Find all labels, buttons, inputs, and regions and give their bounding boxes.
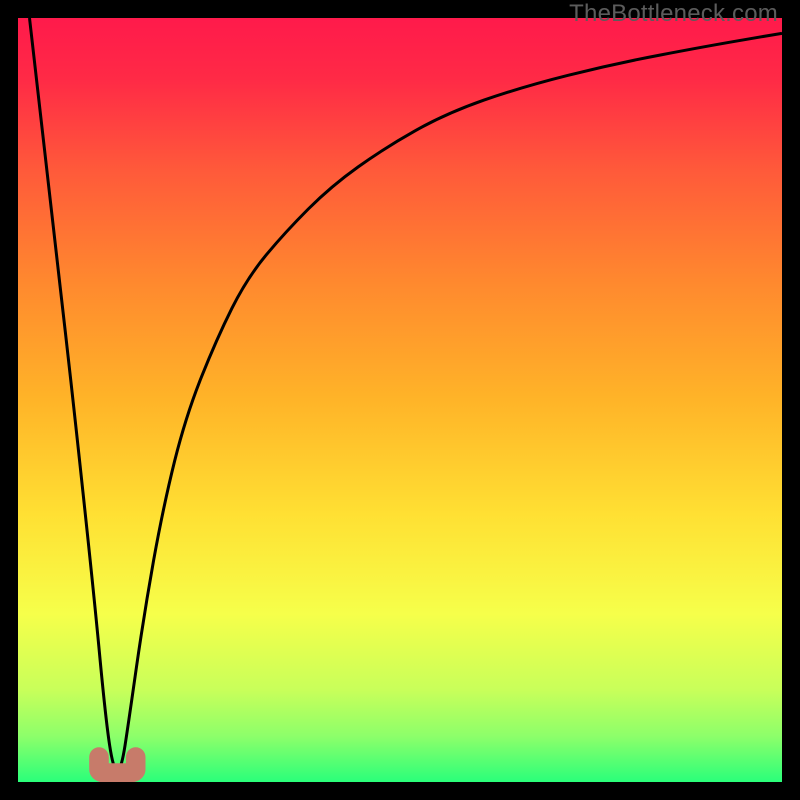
chart-frame	[18, 18, 782, 782]
gradient-background	[18, 18, 782, 782]
bottleneck-chart	[18, 18, 782, 782]
watermark-text: TheBottleneck.com	[569, 0, 778, 28]
